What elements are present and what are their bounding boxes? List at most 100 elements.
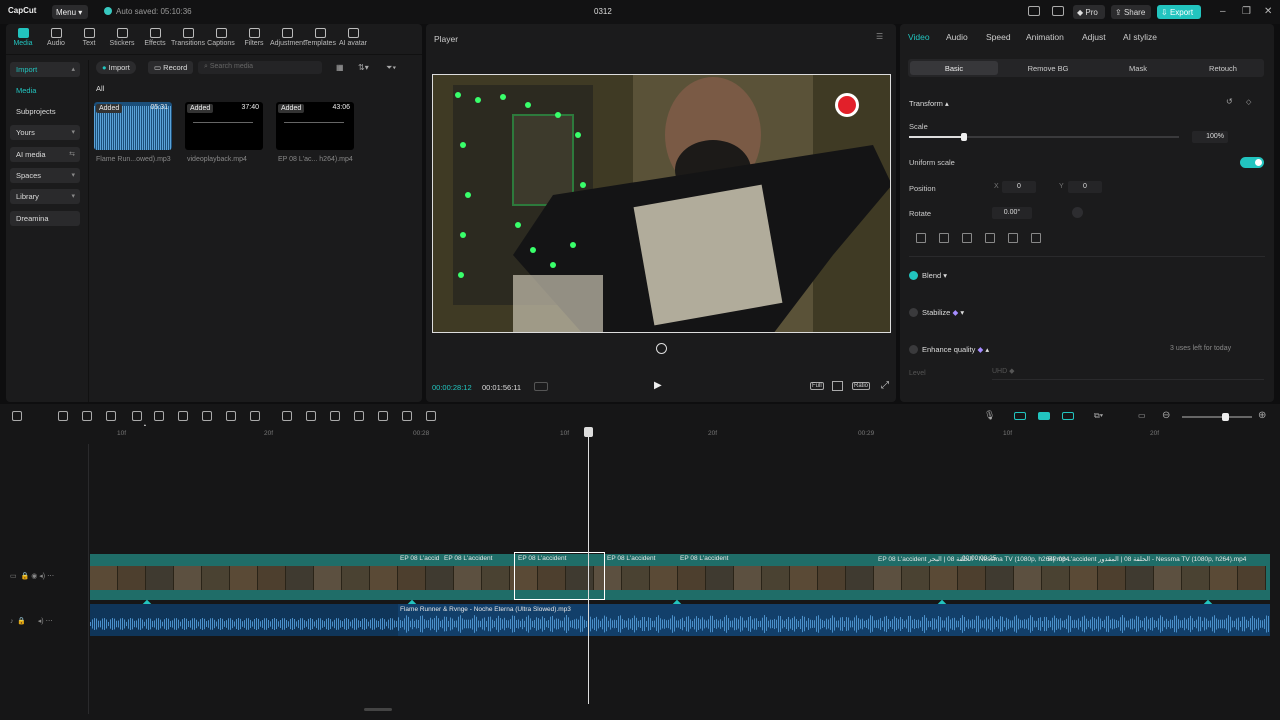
- pro-button[interactable]: ◆ Pro: [1073, 5, 1105, 19]
- shield-icon[interactable]: [202, 411, 212, 421]
- share-button[interactable]: ⇪ Share: [1111, 5, 1151, 19]
- sidebar-item-library[interactable]: Library ▾: [10, 189, 80, 204]
- tab-filters[interactable]: Filters: [237, 28, 271, 47]
- reset-icon[interactable]: ↺: [1226, 97, 1233, 106]
- audio-lock-icon[interactable]: 🔒: [17, 618, 26, 625]
- mirror-icon[interactable]: [306, 411, 316, 421]
- transform-section[interactable]: Transform ▴: [909, 99, 949, 108]
- stabilize-section[interactable]: Stabilize ◆ ▾: [922, 308, 964, 317]
- split-right-icon[interactable]: [154, 411, 164, 421]
- rotate-dial-icon[interactable]: [1072, 207, 1083, 218]
- more-icon[interactable]: ⋯: [47, 573, 54, 580]
- video-track[interactable]: EP 08 L'accid EP 08 L'accident EP 08 L'acc…: [90, 554, 1270, 600]
- align-center-h-icon[interactable]: [939, 233, 949, 243]
- subtab-mask[interactable]: Mask: [1094, 61, 1182, 75]
- filter-icon[interactable]: ⏷▾: [386, 63, 396, 73]
- tab-templates[interactable]: Templates: [303, 28, 337, 47]
- sort-icon[interactable]: ⇅▾: [358, 63, 369, 72]
- scale-input[interactable]: 100%: [1192, 131, 1228, 143]
- undo-icon[interactable]: [58, 411, 68, 421]
- uniform-scale-toggle[interactable]: [1240, 157, 1264, 168]
- blend-section[interactable]: Blend ▾: [922, 271, 947, 280]
- speaker-icon[interactable]: ◂): [39, 573, 45, 580]
- import-button[interactable]: ● Import: [96, 61, 136, 74]
- prop-tab-ai-stylize[interactable]: AI stylize: [1123, 32, 1157, 42]
- tab-transitions[interactable]: Transitions: [171, 28, 205, 47]
- ratio-button[interactable]: Ratio: [852, 382, 871, 390]
- media-thumbnail[interactable]: Added 37:40: [185, 102, 263, 150]
- prop-tab-animation[interactable]: Animation: [1026, 32, 1064, 42]
- tab-media[interactable]: Media: [6, 28, 40, 47]
- tab-text[interactable]: Text: [72, 28, 106, 47]
- subtab-retouch[interactable]: Retouch: [1184, 61, 1262, 75]
- caption-tool-icon[interactable]: [378, 411, 388, 421]
- enhance-section[interactable]: Enhance quality ◆ ▴: [922, 345, 989, 354]
- record-button[interactable]: ▭ Record: [148, 61, 194, 74]
- zoom-out-icon[interactable]: ⊖: [1162, 410, 1170, 421]
- sidebar-item-spaces[interactable]: Spaces ▾: [10, 168, 80, 183]
- keyframe-icon[interactable]: ◇: [1246, 98, 1251, 106]
- cover-icon[interactable]: ▭: [10, 573, 17, 580]
- delete-icon[interactable]: [178, 411, 188, 421]
- sidebar-item-import[interactable]: Import ▴: [10, 62, 80, 77]
- sidebar-item-media[interactable]: Media: [10, 83, 80, 98]
- audio-more-icon[interactable]: ⋯: [46, 618, 53, 625]
- crop-icon[interactable]: [832, 381, 843, 391]
- tab-captions[interactable]: Captions: [204, 28, 238, 47]
- zoom-in-icon[interactable]: ⊕: [1258, 410, 1266, 421]
- split-left-icon[interactable]: [132, 411, 142, 421]
- sidebar-item-ai-media[interactable]: AI media ⇆: [10, 147, 80, 162]
- zoom-slider[interactable]: [1182, 413, 1252, 421]
- horizontal-scrollbar[interactable]: [364, 708, 392, 711]
- subtab-basic[interactable]: Basic: [910, 61, 998, 75]
- target-icon[interactable]: [426, 411, 436, 421]
- zoom-slider-thumb[interactable]: [1222, 413, 1229, 421]
- preview-axis-icon[interactable]: ⧉▾: [1094, 411, 1103, 421]
- enhance-checkbox[interactable]: [909, 345, 918, 354]
- freeze-icon[interactable]: [282, 411, 292, 421]
- align-bottom-icon[interactable]: [1031, 233, 1041, 243]
- audio-speaker-icon[interactable]: ◂): [38, 618, 44, 625]
- level-select[interactable]: UHD ◆: [992, 367, 1264, 380]
- auto-snap-icon[interactable]: [1038, 412, 1050, 420]
- prop-tab-audio[interactable]: Audio: [946, 32, 968, 42]
- shortcuts-icon[interactable]: [1052, 6, 1064, 16]
- tab-effects[interactable]: Effects: [138, 28, 172, 47]
- select-tool-icon[interactable]: [12, 411, 22, 421]
- scale-slider[interactable]: [909, 133, 1179, 141]
- tab-stickers[interactable]: Stickers: [105, 28, 139, 47]
- caption-icon[interactable]: ▭: [1138, 411, 1146, 420]
- full-button[interactable]: Full: [810, 382, 824, 390]
- selected-clip-outline[interactable]: [514, 552, 605, 600]
- tab-adjustment[interactable]: Adjustment: [270, 28, 305, 47]
- rotate-input[interactable]: 0.00°: [992, 207, 1032, 219]
- sidebar-item-yours[interactable]: Yours ▾: [10, 125, 80, 140]
- mic-icon[interactable]: 🎙: [984, 410, 995, 421]
- video-preview[interactable]: [432, 74, 891, 333]
- redo-icon[interactable]: [82, 411, 92, 421]
- export-frame-icon[interactable]: [402, 411, 412, 421]
- fit-icon[interactable]: [534, 382, 548, 391]
- filter-all[interactable]: All: [96, 84, 104, 93]
- play-icon[interactable]: ▶: [654, 380, 662, 391]
- sidebar-item-dreamina[interactable]: Dreamina: [10, 211, 80, 226]
- position-y-input[interactable]: 0: [1068, 181, 1102, 193]
- align-left-icon[interactable]: [916, 233, 926, 243]
- blend-checkbox[interactable]: [909, 271, 918, 280]
- search-input[interactable]: ⌕ Search media: [198, 61, 322, 74]
- align-right-icon[interactable]: [962, 233, 972, 243]
- tab-ai-avatar[interactable]: AI avatar: [336, 28, 370, 47]
- playhead[interactable]: [588, 428, 589, 704]
- media-thumbnail[interactable]: Added 05:31: [94, 102, 172, 150]
- prop-tab-adjust[interactable]: Adjust: [1082, 32, 1106, 42]
- speed-icon[interactable]: [250, 411, 260, 421]
- player-menu-icon[interactable]: ☰: [876, 32, 883, 41]
- ai-tool-icon[interactable]: [330, 411, 340, 421]
- prop-tab-video[interactable]: Video: [908, 32, 930, 42]
- scale-slider-thumb[interactable]: [961, 133, 967, 141]
- layout-icon[interactable]: [1028, 6, 1040, 16]
- audio-track[interactable]: Flame Runner & Rvnge - Noche Eterna (Ult…: [90, 604, 1270, 636]
- export-button[interactable]: ⇩ Export: [1157, 5, 1201, 19]
- close-icon[interactable]: ✕: [1264, 6, 1272, 17]
- split-icon[interactable]: [106, 411, 116, 421]
